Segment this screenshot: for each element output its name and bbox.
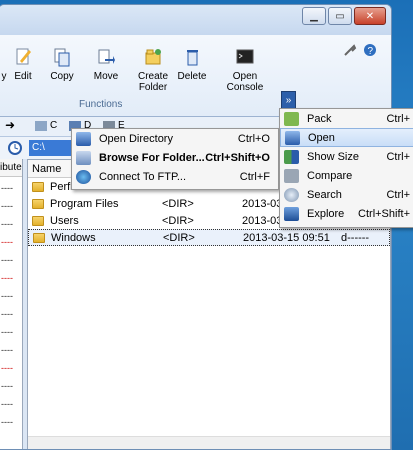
drive-c[interactable]: C [35, 120, 57, 131]
left-row: ---- [1, 381, 13, 391]
explore-icon [284, 206, 299, 221]
menu-item-show-size[interactable]: Show Size Ctrl+ [280, 147, 413, 166]
move-button[interactable]: Move [89, 47, 123, 82]
compare-icon [284, 168, 299, 183]
left-row: ---- [1, 219, 13, 229]
menu-item-search[interactable]: Search Ctrl+ [280, 185, 413, 204]
move-icon [98, 49, 115, 64]
folder-icon [32, 181, 44, 192]
ribbon-group-label: Functions [79, 99, 123, 110]
arrow-right-icon[interactable]: ➜ [5, 118, 15, 132]
ribbon: y Edit Copy Move Create Folder Delete Op… [0, 35, 391, 117]
maximize-icon: ▭ [335, 10, 345, 22]
file-row-selected[interactable]: Windows <DIR> 2013-03-15 09:51 d------ [28, 229, 390, 246]
folder-icon [32, 198, 44, 209]
minimize-button[interactable]: ▁ [302, 7, 326, 25]
path-field[interactable]: C:\ [29, 140, 73, 156]
maximize-button[interactable]: ▭ [328, 7, 352, 25]
copy-icon [54, 48, 70, 67]
left-row: ---- [1, 291, 13, 301]
copy-button[interactable]: Copy [47, 47, 77, 82]
title-bar: ▁ ▭ ✕ [0, 5, 391, 35]
left-row: ---- [1, 345, 13, 355]
menu-item-browse-folder[interactable]: Browse For Folder... Ctrl+Shift+O [72, 148, 278, 167]
browse-folder-icon [76, 150, 91, 165]
search-icon [284, 187, 299, 202]
pack-icon [284, 111, 299, 126]
open-icon [285, 130, 300, 145]
close-button[interactable]: ✕ [354, 7, 386, 25]
history-icon[interactable] [7, 140, 23, 156]
menu-item-open-directory[interactable]: Open Directory Ctrl+O [72, 129, 278, 148]
left-row: ---- [1, 183, 13, 193]
show-size-icon [284, 149, 299, 164]
left-row: ---- [1, 309, 13, 319]
delete-icon [187, 50, 198, 66]
left-row: ---- [1, 255, 13, 265]
left-row: ---- [1, 201, 13, 211]
column-name-header[interactable]: Name [28, 163, 61, 175]
left-attribute-list: ---- ---- ---- ---- ---- ---- ---- ---- … [1, 179, 13, 431]
left-attribute-header: ibute [0, 159, 22, 177]
edit-icon [16, 48, 31, 65]
delete-button[interactable]: Delete [175, 47, 209, 82]
left-row: ---- [1, 399, 13, 409]
open-context-menu: Open Directory Ctrl+O Browse For Folder.… [71, 128, 279, 190]
horizontal-scrollbar[interactable] [28, 436, 390, 449]
close-icon: ✕ [365, 10, 375, 22]
edit-button[interactable]: Edit [11, 47, 35, 82]
folder-icon [32, 215, 44, 226]
ftp-globe-icon [76, 169, 91, 184]
folder-icon [33, 232, 45, 243]
minimize-icon: ▁ [310, 10, 318, 22]
help-icon[interactable]: ? [363, 43, 377, 57]
functions-overflow-menu: Pack Ctrl+ Open Show Size Ctrl+ Compare … [279, 108, 413, 228]
menu-item-open[interactable]: Open [280, 128, 413, 147]
menu-item-connect-ftp[interactable]: Connect To FTP... Ctrl+F [72, 167, 278, 186]
left-row: ---- [1, 327, 13, 337]
drive-c-icon [35, 120, 47, 131]
left-row: ---- [1, 363, 13, 373]
open-directory-icon [76, 131, 91, 146]
svg-text:?: ? [368, 46, 374, 57]
left-row: ---- [1, 237, 13, 247]
left-row: ---- [1, 273, 13, 283]
ribbon-button-partial[interactable]: y [0, 47, 9, 82]
left-file-panel: ibute ---- ---- ---- ---- ---- ---- ----… [0, 159, 23, 449]
menu-item-pack[interactable]: Pack Ctrl+ [280, 109, 413, 128]
menu-item-compare[interactable]: Compare [280, 166, 413, 185]
left-row: ---- [1, 417, 13, 427]
open-console-button[interactable]: Open Console [225, 47, 265, 93]
create-folder-button[interactable]: Create Folder [135, 47, 171, 93]
create-folder-icon [145, 49, 161, 65]
settings-icon[interactable] [343, 43, 357, 57]
expand-menu-button[interactable]: » [281, 91, 296, 109]
menu-item-explore[interactable]: Explore Ctrl+Shift+ [280, 204, 413, 223]
console-icon [236, 49, 254, 64]
